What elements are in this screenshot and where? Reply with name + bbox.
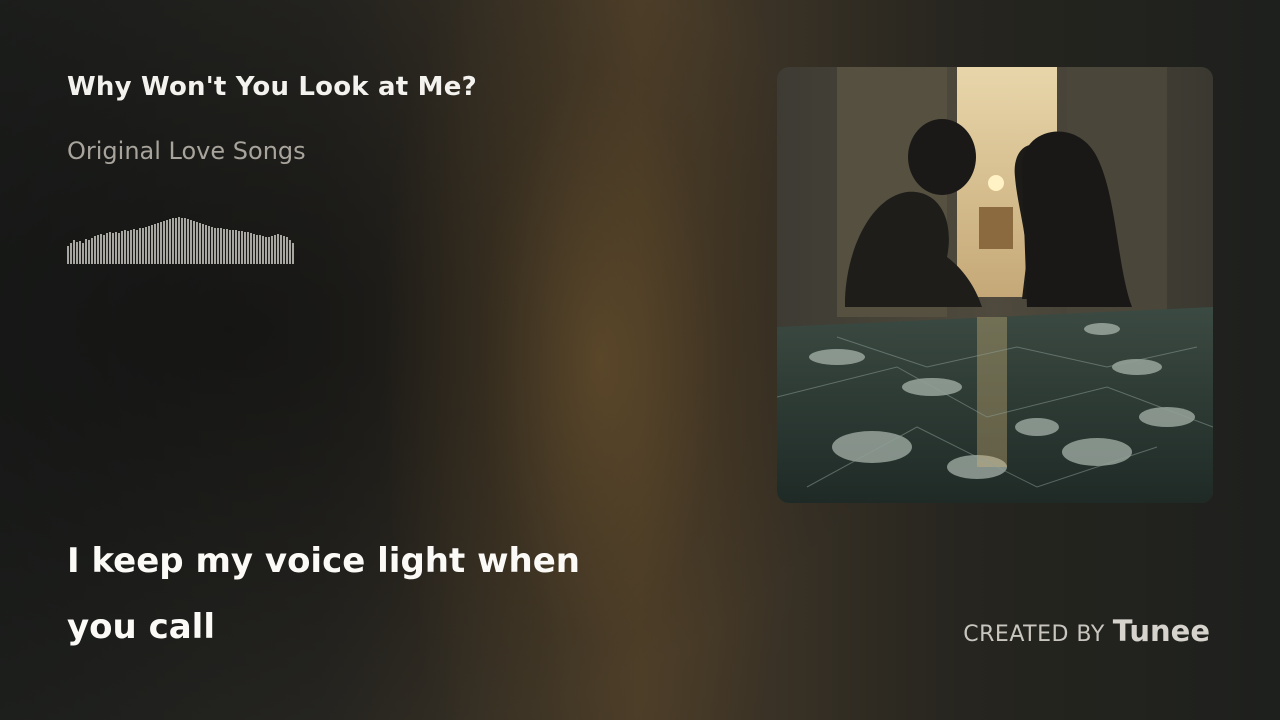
waveform-bar (73, 240, 75, 264)
waveform-bar (82, 243, 84, 264)
waveform-bar (106, 233, 108, 264)
waveform-bar (133, 229, 135, 264)
waveform-bar (187, 219, 189, 264)
waveform-bar (181, 218, 183, 264)
waveform-bar (88, 240, 90, 264)
waveform-bar (199, 223, 201, 264)
waveform-bar (256, 235, 258, 264)
waveform-bar (124, 230, 126, 264)
waveform-bar (259, 235, 261, 264)
waveform-bar (85, 239, 87, 264)
waveform-bar (76, 242, 78, 264)
credit-label: CREATED BY (963, 622, 1105, 647)
album-name: Original Love Songs (67, 137, 306, 165)
waveform-bar (142, 228, 144, 264)
waveform-bar (244, 232, 246, 264)
waveform-bar (91, 238, 93, 264)
waveform-bar (169, 219, 171, 264)
waveform-bar (235, 230, 237, 264)
waveform-bar (118, 233, 120, 264)
waveform-bar (220, 228, 222, 264)
waveform-bar (286, 237, 288, 264)
waveform-bar (217, 228, 219, 264)
waveform-bar (67, 246, 69, 264)
waveform-bar (139, 228, 141, 264)
waveform-bar (112, 233, 114, 264)
waveform-bar (109, 232, 111, 264)
song-title: Why Won't You Look at Me? (67, 72, 477, 102)
lyric-line-2: you call (67, 607, 215, 647)
album-cover-illustration (777, 67, 1213, 503)
waveform-bar (226, 229, 228, 264)
waveform-bar (100, 234, 102, 264)
waveform-bar (229, 230, 231, 264)
waveform-bar (280, 235, 282, 264)
waveform-bar (190, 220, 192, 264)
waveform-bar (262, 236, 264, 264)
waveform-bar (208, 226, 210, 264)
credit: CREATED BY Tunee (963, 614, 1210, 648)
waveform-bar (160, 222, 162, 264)
waveform-bar (178, 217, 180, 264)
waveform-bar (241, 231, 243, 264)
waveform-bar (94, 236, 96, 264)
waveform-bar (202, 224, 204, 264)
waveform-bar (274, 235, 276, 264)
waveform-bar (250, 233, 252, 264)
waveform-bar (223, 229, 225, 264)
waveform-bar (145, 227, 147, 264)
waveform-bar (136, 230, 138, 264)
waveform-bar (211, 227, 213, 264)
waveform-bar (130, 230, 132, 264)
waveform-bar (151, 225, 153, 264)
audio-waveform (67, 214, 375, 264)
waveform-bar (289, 240, 291, 264)
waveform-bar (163, 221, 165, 264)
waveform-bar (154, 224, 156, 264)
waveform-bar (193, 221, 195, 264)
waveform-bar (232, 230, 234, 264)
waveform-bar (205, 225, 207, 264)
waveform-bar (172, 218, 174, 264)
waveform-bar (277, 234, 279, 264)
credit-brand: Tunee (1112, 614, 1210, 648)
waveform-bar (292, 243, 294, 264)
waveform-bar (157, 223, 159, 264)
waveform-bar (103, 235, 105, 264)
waveform-bar (115, 232, 117, 264)
waveform-bar (214, 228, 216, 264)
waveform-bar (283, 236, 285, 264)
waveform-bar (268, 237, 270, 264)
waveform-bar (184, 218, 186, 264)
waveform-bar (196, 222, 198, 264)
waveform-bar (70, 243, 72, 264)
waveform-bar (271, 236, 273, 264)
waveform-bar (175, 218, 177, 264)
waveform-bar (253, 234, 255, 264)
waveform-bar (265, 237, 267, 264)
waveform-bar (247, 232, 249, 264)
waveform-bar (238, 231, 240, 264)
waveform-bar (121, 231, 123, 264)
waveform-bar (127, 231, 129, 264)
album-cover (777, 67, 1213, 503)
waveform-bar (79, 241, 81, 264)
lyric-line-1: I keep my voice light when (67, 541, 580, 581)
waveform-bar (166, 220, 168, 264)
waveform-bar (148, 226, 150, 264)
waveform-bar (97, 235, 99, 264)
